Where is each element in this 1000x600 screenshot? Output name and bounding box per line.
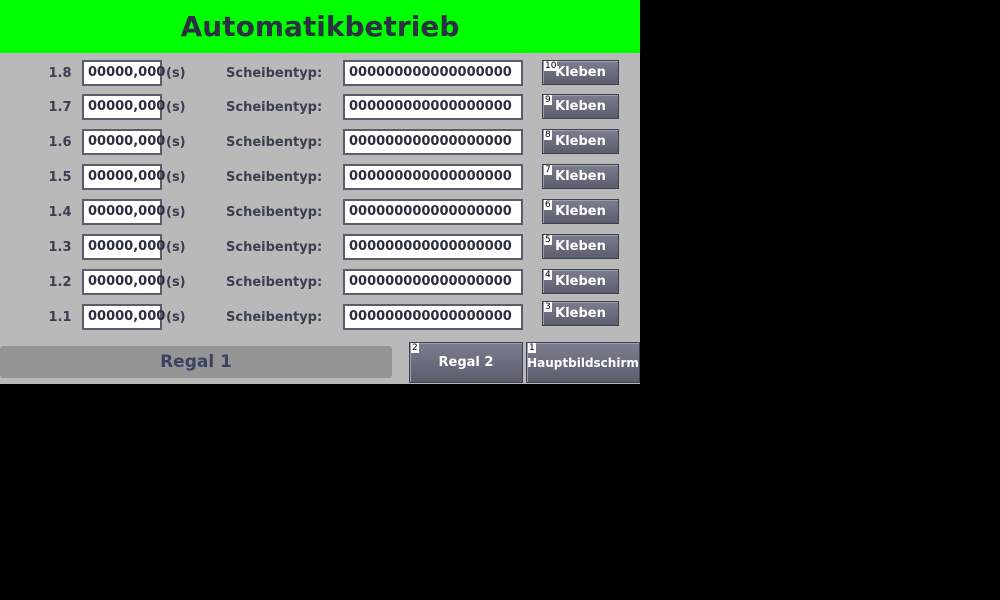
unit-label: (s) [166,275,186,290]
row-1-2: 1.2 00000,000 (s) Scheibentyp: 000000000… [0,269,640,297]
row-1-6: 1.6 00000,000 (s) Scheibentyp: 000000000… [0,129,640,157]
type-field[interactable]: 000000000000000000 [343,94,523,120]
row-1-4: 1.4 00000,000 (s) Scheibentyp: 000000000… [0,199,640,227]
button-label: Hauptbildschirm [527,355,639,370]
kleben-button[interactable]: 9 Kleben [542,94,619,119]
position-label: 1.2 [48,275,72,290]
type-label: Scheibentyp: [226,66,323,81]
hotkey-badge: 7 [544,165,552,175]
unit-label: (s) [166,205,186,220]
row-1-7: 1.7 00000,000 (s) Scheibentyp: 000000000… [0,94,640,122]
type-field[interactable]: 000000000000000000 [343,60,523,86]
time-field[interactable]: 00000,000 [82,269,165,295]
kleben-button[interactable]: 6 Kleben [542,199,619,224]
kleben-button[interactable]: 4 Kleben [542,269,619,294]
position-label: 1.4 [48,205,72,220]
hotkey-badge: 5 [544,235,552,245]
hotkey-badge: 8 [544,130,552,140]
unit-label: (s) [166,66,186,81]
row-1-8: 1.8 00000,000 (s) Scheibentyp: 000000000… [0,60,640,88]
time-field[interactable]: 00000,000 [82,199,165,225]
main-screen-button[interactable]: 1 Hauptbildschirm [526,342,640,383]
button-label: Kleben [555,306,606,321]
page-title: Automatikbetrieb [0,0,640,53]
hmi-panel: Automatikbetrieb 1.8 00000,000 (s) Schei… [0,0,640,384]
type-field[interactable]: 000000000000000000 [343,164,523,190]
hotkey-badge: 3 [544,302,552,312]
unit-label: (s) [166,135,186,150]
type-label: Scheibentyp: [226,170,323,185]
position-label: 1.1 [48,310,72,325]
row-1-1: 1.1 00000,000 (s) Scheibentyp: 000000000… [0,301,640,332]
position-label: 1.3 [48,240,72,255]
time-field[interactable]: 00000,000 [82,94,165,120]
hotkey-badge: 2 [411,343,419,353]
position-label: 1.8 [48,66,72,81]
hotkey-badge: 9 [544,95,552,105]
type-field[interactable]: 000000000000000000 [343,129,523,155]
type-label: Scheibentyp: [226,275,323,290]
unit-label: (s) [166,310,186,325]
position-label: 1.6 [48,135,72,150]
button-label: Kleben [555,99,606,114]
hotkey-badge: 10 [544,61,558,71]
kleben-button[interactable]: 3 Kleben [542,301,619,326]
unit-label: (s) [166,240,186,255]
button-label: Kleben [555,204,606,219]
button-label: Kleben [555,169,606,184]
row-1-5: 1.5 00000,000 (s) Scheibentyp: 000000000… [0,164,640,192]
type-label: Scheibentyp: [226,100,323,115]
type-label: Scheibentyp: [226,135,323,150]
hotkey-badge: 1 [528,343,536,353]
time-field[interactable]: 00000,000 [82,60,165,86]
type-field[interactable]: 000000000000000000 [343,234,523,260]
time-field[interactable]: 00000,000 [82,129,165,155]
position-label: 1.7 [48,100,72,115]
button-label: Regal 2 [438,355,494,370]
type-field[interactable]: 000000000000000000 [343,269,523,295]
time-field[interactable]: 00000,000 [82,304,165,330]
regal-2-button[interactable]: 2 Regal 2 [409,342,523,383]
current-shelf-label: Regal 1 [0,346,392,378]
type-field[interactable]: 000000000000000000 [343,199,523,225]
unit-label: (s) [166,170,186,185]
kleben-button[interactable]: 8 Kleben [542,129,619,154]
type-label: Scheibentyp: [226,240,323,255]
button-label: Kleben [555,134,606,149]
kleben-button[interactable]: 5 Kleben [542,234,619,259]
button-label: Kleben [555,65,606,80]
kleben-button[interactable]: 7 Kleben [542,164,619,189]
hotkey-badge: 6 [544,200,552,210]
type-field[interactable]: 000000000000000000 [343,304,523,330]
hotkey-badge: 4 [544,270,552,280]
unit-label: (s) [166,100,186,115]
button-label: Kleben [555,274,606,289]
kleben-button[interactable]: 10 Kleben [542,60,619,85]
type-label: Scheibentyp: [226,205,323,220]
button-label: Kleben [555,239,606,254]
time-field[interactable]: 00000,000 [82,234,165,260]
position-label: 1.5 [48,170,72,185]
row-1-3: 1.3 00000,000 (s) Scheibentyp: 000000000… [0,234,640,262]
time-field[interactable]: 00000,000 [82,164,165,190]
type-label: Scheibentyp: [226,310,323,325]
